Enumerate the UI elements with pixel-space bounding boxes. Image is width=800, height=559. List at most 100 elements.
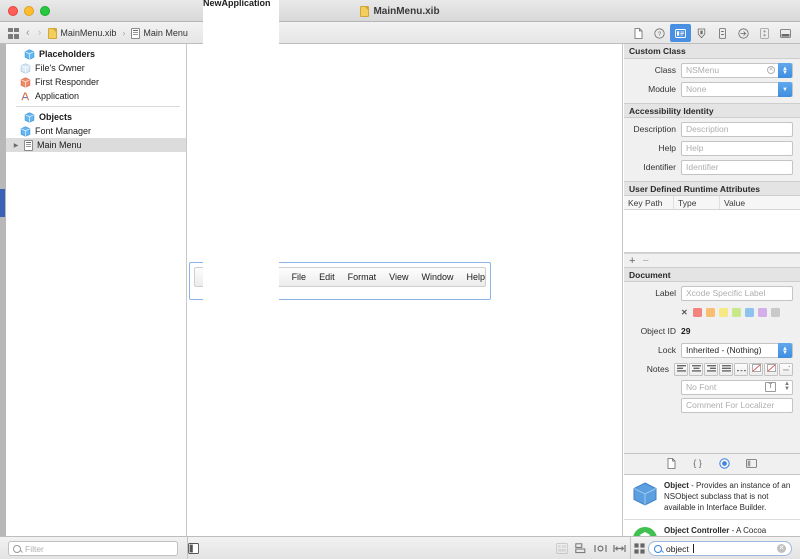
filter-input[interactable]: Filter xyxy=(8,541,178,556)
outline-item-main-menu[interactable]: ▶ Main Menu xyxy=(6,138,186,152)
color-swatch-red[interactable] xyxy=(692,307,702,317)
background-color-swatch-icon[interactable] xyxy=(764,362,778,376)
label-label: Label xyxy=(655,288,676,298)
view-effects-inspector-tab[interactable] xyxy=(775,24,796,42)
bindings-inspector-tab[interactable] xyxy=(754,24,775,42)
close-button[interactable] xyxy=(8,5,18,16)
menu-item-edit[interactable]: Edit xyxy=(319,272,335,282)
menu-item-format[interactable]: Format xyxy=(348,272,377,282)
connections-inspector-tab[interactable] xyxy=(733,24,754,42)
font-panel-button[interactable]: T xyxy=(765,382,776,392)
column-type[interactable]: Type xyxy=(674,196,720,209)
file-inspector-tab[interactable] xyxy=(628,24,649,42)
outline-item-files-owner[interactable]: File's Owner xyxy=(6,61,186,75)
pin-icon[interactable] xyxy=(613,543,626,556)
identity-inspector-tab[interactable] xyxy=(670,24,691,42)
menu-item-view[interactable]: View xyxy=(389,272,408,282)
no-color-icon[interactable]: ✕ xyxy=(681,308,688,317)
module-popup-button[interactable]: ▼ xyxy=(778,82,792,97)
resolve-autolayout-icon[interactable] xyxy=(594,543,607,556)
help-input[interactable]: Help xyxy=(681,140,793,156)
class-popup-button[interactable]: ▲ ▼ xyxy=(778,63,792,78)
align-left-icon[interactable] xyxy=(674,362,688,376)
menu-item-file[interactable]: File xyxy=(292,272,307,282)
search-value: object xyxy=(666,543,689,554)
description-input[interactable]: Description xyxy=(681,121,793,137)
media-library-tab[interactable] xyxy=(746,458,757,470)
breadcrumb-item-xib[interactable]: MainMenu.xib xyxy=(48,27,116,39)
outline-item-application[interactable]: Application xyxy=(6,89,186,103)
label-input[interactable]: Xcode Specific Label xyxy=(681,285,793,301)
column-value[interactable]: Value xyxy=(720,196,800,209)
file-template-library-tab[interactable] xyxy=(667,457,676,471)
object-library-tab[interactable] xyxy=(719,457,730,471)
align-icon[interactable] xyxy=(575,543,587,556)
runtime-attributes-body[interactable] xyxy=(624,210,800,252)
search-input[interactable]: object ✕ xyxy=(648,541,792,556)
maximize-button[interactable] xyxy=(40,5,50,16)
align-center-icon[interactable] xyxy=(689,362,703,376)
minimize-button[interactable] xyxy=(24,5,34,16)
clear-icon[interactable]: ✕ xyxy=(767,66,775,74)
navigator-scroll-marker[interactable] xyxy=(0,189,5,217)
xib-document-icon xyxy=(360,5,370,17)
main-menu-object[interactable]: NewApplication File Edit Format View Win… xyxy=(189,0,491,557)
identifier-input[interactable]: Identifier xyxy=(681,159,793,175)
lock-popup-button[interactable]: ▲ ▼ xyxy=(778,343,792,358)
outline-group-placeholders[interactable]: Placeholders xyxy=(6,47,186,61)
breadcrumb-label: Main Menu xyxy=(143,28,188,38)
attributes-inspector-tab[interactable] xyxy=(691,24,712,42)
interface-builder-canvas[interactable]: NewApplication File Edit Format View Win… xyxy=(188,0,623,557)
add-attribute-button[interactable]: + xyxy=(629,255,635,267)
class-input[interactable]: NSMenu ✕ ▲ ▼ xyxy=(681,62,793,78)
back-button[interactable]: ‹ xyxy=(25,27,31,39)
outline-separator xyxy=(16,106,180,107)
library-grid-icon[interactable] xyxy=(634,543,645,556)
traffic-lights xyxy=(8,5,50,16)
menu-app-name[interactable]: NewApplication xyxy=(203,0,279,557)
color-swatch-gray[interactable] xyxy=(770,307,780,317)
size-inspector-tab[interactable] xyxy=(712,24,733,42)
clear-search-icon[interactable]: ✕ xyxy=(777,544,786,553)
menu-item-window[interactable]: Window xyxy=(421,272,453,282)
column-key-path[interactable]: Key Path xyxy=(624,196,674,209)
align-right-icon[interactable] xyxy=(704,362,718,376)
disclosure-triangle-icon[interactable]: ▶ xyxy=(12,142,20,149)
runtime-attributes-header: User Defined Runtime Attributes xyxy=(624,181,800,196)
font-stepper[interactable]: ▲ ▼ xyxy=(784,381,790,392)
xcode-interface-builder-window: MainMenu.xib ‹ › MainMenu.xib › Main Men… xyxy=(0,0,800,559)
color-swatch-yellow[interactable] xyxy=(718,307,728,317)
code-snippet-library-tab[interactable]: { } xyxy=(692,458,703,470)
grid-view-icon[interactable] xyxy=(556,543,568,556)
forward-button[interactable]: › xyxy=(37,27,43,39)
module-input[interactable]: None ▼ xyxy=(681,81,793,97)
quick-help-inspector-tab[interactable]: ? xyxy=(649,24,670,42)
text-color-swatch-icon[interactable] xyxy=(749,362,763,376)
cube-blue-icon xyxy=(24,48,35,60)
dashes-icon[interactable] xyxy=(734,362,748,376)
align-justify-icon[interactable] xyxy=(719,362,733,376)
comment-field[interactable]: Comment For Localizer xyxy=(681,397,793,413)
accessibility-header: Accessibility Identity xyxy=(624,103,800,118)
outline-item-first-responder[interactable]: First Responder xyxy=(6,75,186,89)
color-swatch-orange[interactable] xyxy=(705,307,715,317)
menu-item-help[interactable]: Help xyxy=(466,272,485,282)
color-swatch-purple[interactable] xyxy=(757,307,767,317)
comment-placeholder: Comment For Localizer xyxy=(686,400,775,410)
library-item-object[interactable]: Object - Provides an instance of an NSOb… xyxy=(624,475,800,521)
remove-attribute-button[interactable]: − xyxy=(642,255,648,267)
library-item-object-controller[interactable]: Object Controller - A Cocoa bindings-com… xyxy=(624,520,800,536)
outline-item-font-manager[interactable]: Font Manager xyxy=(6,124,186,138)
lock-select[interactable]: Inherited - (Nothing) ▲ ▼ xyxy=(681,342,793,358)
breadcrumb-item-mainmenu[interactable]: Main Menu xyxy=(131,27,188,39)
color-swatch-green[interactable] xyxy=(731,307,741,317)
object-id-value: 29 xyxy=(681,326,691,336)
outline-group-label: Placeholders xyxy=(39,49,96,59)
outline-group-objects[interactable]: Objects xyxy=(6,110,186,124)
font-field[interactable]: No Font T ▲ ▼ xyxy=(681,379,793,395)
canvas-panel-icon[interactable] xyxy=(188,543,199,556)
color-swatch-blue[interactable] xyxy=(744,307,754,317)
grid-icon[interactable] xyxy=(8,27,19,39)
notes-label: Notes xyxy=(646,364,669,374)
more-options-icon[interactable] xyxy=(779,362,793,376)
